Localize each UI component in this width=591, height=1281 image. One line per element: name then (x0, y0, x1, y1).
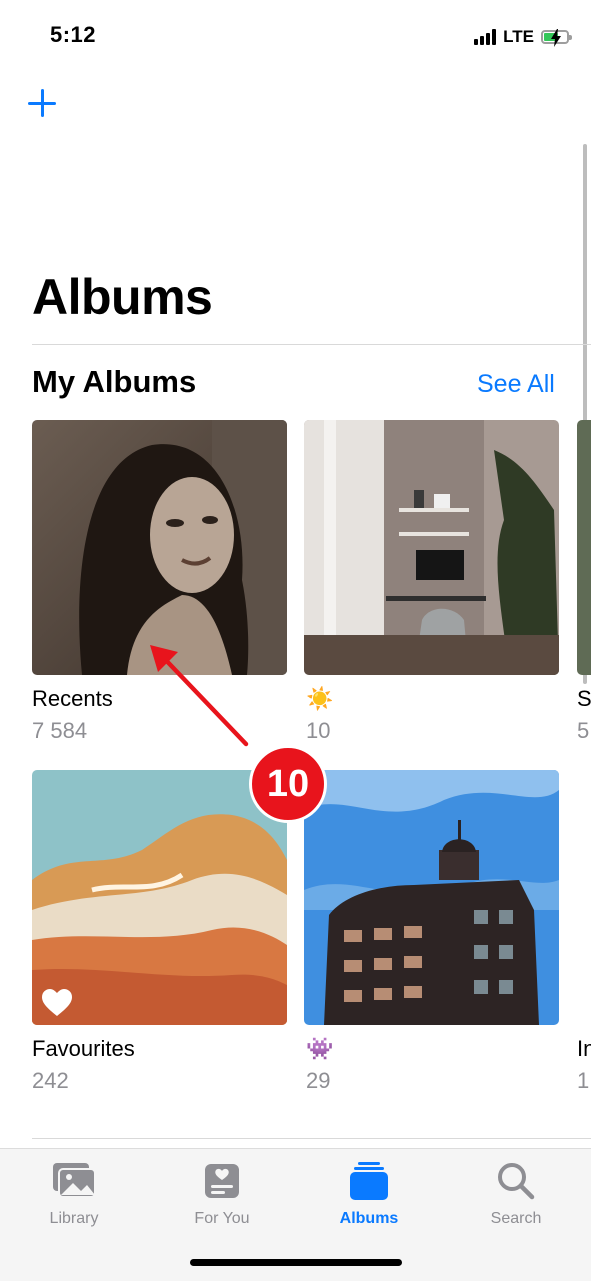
album-thumbnail-partial-3[interactable] (577, 420, 591, 675)
tab-albums[interactable]: Albums (309, 1150, 429, 1228)
heart-icon (42, 989, 72, 1016)
photos-icon (49, 1156, 99, 1206)
album-name-partial-3: S (577, 686, 591, 711)
tab-label-albums: Albums (339, 1210, 399, 1227)
status-indicators: LTE (474, 26, 572, 48)
album-count-favourites: 242 (32, 1068, 69, 1093)
section-title: My Albums (32, 364, 197, 399)
status-time: 5:12 (50, 22, 97, 47)
album-name-favourites: Favourites (32, 1036, 135, 1061)
battery-icon (541, 29, 572, 47)
tab-label-for-you: For You (194, 1210, 250, 1227)
album-count-partial-3: 5 (577, 718, 590, 743)
tab-label-search: Search (490, 1210, 542, 1227)
search-icon (491, 1156, 541, 1206)
annotation-arrow (150, 645, 249, 747)
tab-label-library: Library (49, 1210, 99, 1227)
network-type: LTE (503, 27, 534, 46)
section-divider (32, 1138, 591, 1139)
album-name-sun: ☀️ (306, 686, 334, 711)
album-count-alien: 29 (306, 1068, 331, 1093)
home-indicator[interactable] (190, 1259, 402, 1266)
album-thumbnail-recents[interactable] (32, 420, 287, 675)
tab-library[interactable]: Library (14, 1150, 134, 1228)
tab-search[interactable]: Search (456, 1150, 576, 1228)
add-album-button[interactable] (28, 89, 56, 117)
album-name-partial-6: In (577, 1036, 591, 1061)
album-thumbnail-sun[interactable] (304, 420, 559, 675)
album-count-partial-6: 1 (577, 1068, 590, 1093)
album-thumbnail-alien[interactable] (304, 770, 559, 1025)
album-thumbnail-favourites[interactable] (32, 770, 287, 1025)
album-name-recents: Recents (32, 686, 113, 711)
album-name-alien: 👾 (306, 1036, 334, 1061)
annotation-step-badge: 10 (249, 745, 327, 823)
album-count-recents: 7 584 (32, 718, 88, 743)
divider (32, 344, 591, 345)
see-all-link[interactable]: See All (477, 370, 555, 399)
album-count-sun: 10 (306, 718, 331, 743)
tab-for-you[interactable]: For You (162, 1150, 282, 1228)
cellular-signal-icon (474, 29, 497, 45)
page-title: Albums (32, 269, 213, 325)
albums-icon (344, 1156, 394, 1206)
for-you-icon (197, 1156, 247, 1206)
